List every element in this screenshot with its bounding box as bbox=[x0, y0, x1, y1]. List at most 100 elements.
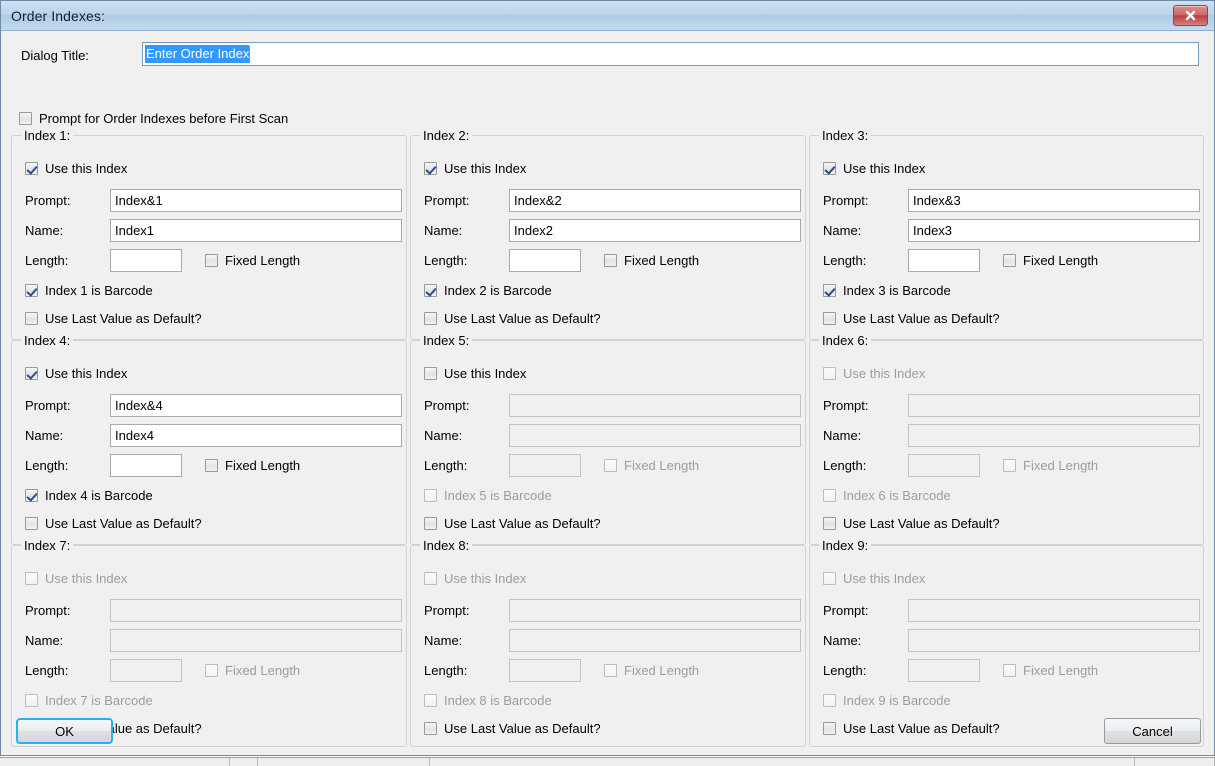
index-1-use-label: Use this Index bbox=[45, 161, 128, 176]
index-4-use-last-value-row[interactable]: Use Last Value as Default? bbox=[25, 516, 202, 531]
index-1-name-value: Index1 bbox=[115, 223, 155, 238]
index-3-prompt-label: Prompt: bbox=[823, 193, 869, 208]
index-5-use-last-value-checkbox[interactable] bbox=[424, 517, 437, 530]
index-4-name-input[interactable]: Index4 bbox=[110, 424, 402, 447]
index-1-name-input[interactable]: Index1 bbox=[110, 219, 402, 242]
index-2-name-input[interactable]: Index2 bbox=[509, 219, 801, 242]
index-4-barcode-checkbox[interactable] bbox=[25, 489, 38, 502]
index-5-prompt-row: Prompt: bbox=[424, 394, 801, 417]
dialog-title-row: Dialog Title: Enter Order Index bbox=[1, 42, 1214, 68]
index-9-use-label: Use this Index bbox=[843, 571, 926, 586]
index-4-barcode-label: Index 4 is Barcode bbox=[45, 488, 153, 503]
ok-button[interactable]: OK bbox=[16, 718, 113, 744]
index-3-length-input[interactable] bbox=[908, 249, 980, 272]
index-3-fixed-length-checkbox[interactable] bbox=[1003, 254, 1016, 267]
index-2-fixed-length-checkbox[interactable] bbox=[604, 254, 617, 267]
index-8-fixed-length-checkbox bbox=[604, 664, 617, 677]
index-3-prompt-input[interactable]: Index&3 bbox=[908, 189, 1200, 212]
index-3-use-label: Use this Index bbox=[843, 161, 926, 176]
index-group-2: Index 2: Use this Index Prompt: Index&2 … bbox=[410, 128, 806, 340]
index-4-fixed-length-row[interactable]: Fixed Length bbox=[205, 458, 300, 473]
index-7-name-label: Name: bbox=[25, 633, 64, 648]
index-groups-grid: Index 1: Use this Index Prompt: Index&1 … bbox=[11, 128, 1207, 747]
index-5-use-checkbox[interactable] bbox=[424, 367, 437, 380]
index-group-3: Index 3: Use this Index Prompt: Index&3 … bbox=[809, 128, 1204, 340]
index-9-use-checkbox bbox=[823, 572, 836, 585]
index-1-use-last-value-checkbox[interactable] bbox=[25, 312, 38, 325]
index-2-prompt-value: Index&2 bbox=[514, 193, 562, 208]
index-4-barcode-row[interactable]: Index 4 is Barcode bbox=[25, 488, 153, 503]
index-7-use-row[interactable]: Use this Index bbox=[25, 571, 127, 586]
index-4-name-label: Name: bbox=[25, 428, 64, 443]
index-3-length-row: Length: Fixed Length bbox=[823, 249, 1098, 272]
index-6-fixed-length-label: Fixed Length bbox=[1023, 458, 1099, 473]
index-3-use-last-value-checkbox[interactable] bbox=[823, 312, 836, 325]
index-6-prompt-label: Prompt: bbox=[823, 398, 869, 413]
index-1-fixed-length-checkbox[interactable] bbox=[205, 254, 218, 267]
prompt-before-first-scan-checkbox[interactable] bbox=[19, 112, 32, 125]
index-2-fixed-length-row[interactable]: Fixed Length bbox=[604, 253, 699, 268]
taskbar-sliver[interactable] bbox=[0, 757, 1215, 766]
index-3-use-checkbox[interactable] bbox=[823, 162, 836, 175]
index-8-name-input bbox=[509, 629, 801, 652]
index-2-fixed-length-label: Fixed Length bbox=[624, 253, 700, 268]
index-3-barcode-checkbox[interactable] bbox=[823, 284, 836, 297]
index-8-length-label: Length: bbox=[424, 663, 468, 678]
index-9-fixed-length-checkbox bbox=[1003, 664, 1016, 677]
index-2-prompt-input[interactable]: Index&2 bbox=[509, 189, 801, 212]
index-1-length-label: Length: bbox=[25, 253, 69, 268]
index-5-use-row[interactable]: Use this Index bbox=[424, 366, 526, 381]
index-6-use-last-value-row[interactable]: Use Last Value as Default? bbox=[823, 516, 1000, 531]
index-3-name-label: Name: bbox=[823, 223, 862, 238]
close-icon[interactable] bbox=[1173, 5, 1208, 26]
index-1-barcode-checkbox[interactable] bbox=[25, 284, 38, 297]
index-8-use-row[interactable]: Use this Index bbox=[424, 571, 526, 586]
index-4-fixed-length-checkbox[interactable] bbox=[205, 459, 218, 472]
index-5-use-last-value-row[interactable]: Use Last Value as Default? bbox=[424, 516, 601, 531]
index-4-use-row[interactable]: Use this Index bbox=[25, 366, 127, 381]
index-2-length-input[interactable] bbox=[509, 249, 581, 272]
dialog-title-input[interactable]: Enter Order Index bbox=[142, 42, 1199, 66]
index-1-length-row: Length: Fixed Length bbox=[25, 249, 300, 272]
index-2-barcode-row[interactable]: Index 2 is Barcode bbox=[424, 283, 552, 298]
index-4-use-last-value-checkbox[interactable] bbox=[25, 517, 38, 530]
index-9-length-row: Length: Fixed Length bbox=[823, 659, 1098, 682]
index-3-use-row[interactable]: Use this Index bbox=[823, 161, 925, 176]
index-8-use-checkbox bbox=[424, 572, 437, 585]
index-3-barcode-row[interactable]: Index 3 is Barcode bbox=[823, 283, 951, 298]
ok-button-label: OK bbox=[55, 723, 74, 739]
index-3-use-last-value-row[interactable]: Use Last Value as Default? bbox=[823, 311, 1000, 326]
index-3-name-row: Name: Index3 bbox=[823, 219, 1200, 242]
prompt-before-first-scan-row[interactable]: Prompt for Order Indexes before First Sc… bbox=[19, 111, 288, 126]
index-1-fixed-length-row[interactable]: Fixed Length bbox=[205, 253, 300, 268]
index-6-use-row[interactable]: Use this Index bbox=[823, 366, 925, 381]
index-8-prompt-row: Prompt: bbox=[424, 599, 801, 622]
index-2-use-last-value-checkbox[interactable] bbox=[424, 312, 437, 325]
index-5-prompt-label: Prompt: bbox=[424, 398, 470, 413]
index-9-use-row[interactable]: Use this Index bbox=[823, 571, 925, 586]
index-2-use-checkbox[interactable] bbox=[424, 162, 437, 175]
index-3-name-input[interactable]: Index3 bbox=[908, 219, 1200, 242]
index-4-prompt-input[interactable]: Index&4 bbox=[110, 394, 402, 417]
index-2-use-last-value-row[interactable]: Use Last Value as Default? bbox=[424, 311, 601, 326]
index-7-name-input bbox=[110, 629, 402, 652]
index-9-fixed-length-label: Fixed Length bbox=[1023, 663, 1099, 678]
cancel-button[interactable]: Cancel bbox=[1104, 718, 1201, 744]
index-4-use-checkbox[interactable] bbox=[25, 367, 38, 380]
index-7-length-label: Length: bbox=[25, 663, 69, 678]
index-1-barcode-row[interactable]: Index 1 is Barcode bbox=[25, 283, 153, 298]
index-1-use-checkbox[interactable] bbox=[25, 162, 38, 175]
index-3-fixed-length-row[interactable]: Fixed Length bbox=[1003, 253, 1098, 268]
index-6-barcode-label: Index 6 is Barcode bbox=[843, 488, 951, 503]
index-4-length-input[interactable] bbox=[110, 454, 182, 477]
index-1-length-input[interactable] bbox=[110, 249, 182, 272]
index-1-use-row[interactable]: Use this Index bbox=[25, 161, 127, 176]
index-2-barcode-checkbox[interactable] bbox=[424, 284, 437, 297]
index-3-fixed-length-label: Fixed Length bbox=[1023, 253, 1099, 268]
index-6-use-last-value-checkbox[interactable] bbox=[823, 517, 836, 530]
text-caret bbox=[249, 45, 251, 63]
index-1-use-last-value-row[interactable]: Use Last Value as Default? bbox=[25, 311, 202, 326]
index-1-prompt-input[interactable]: Index&1 bbox=[110, 189, 402, 212]
index-2-use-row[interactable]: Use this Index bbox=[424, 161, 526, 176]
index-4-use-label: Use this Index bbox=[45, 366, 128, 381]
